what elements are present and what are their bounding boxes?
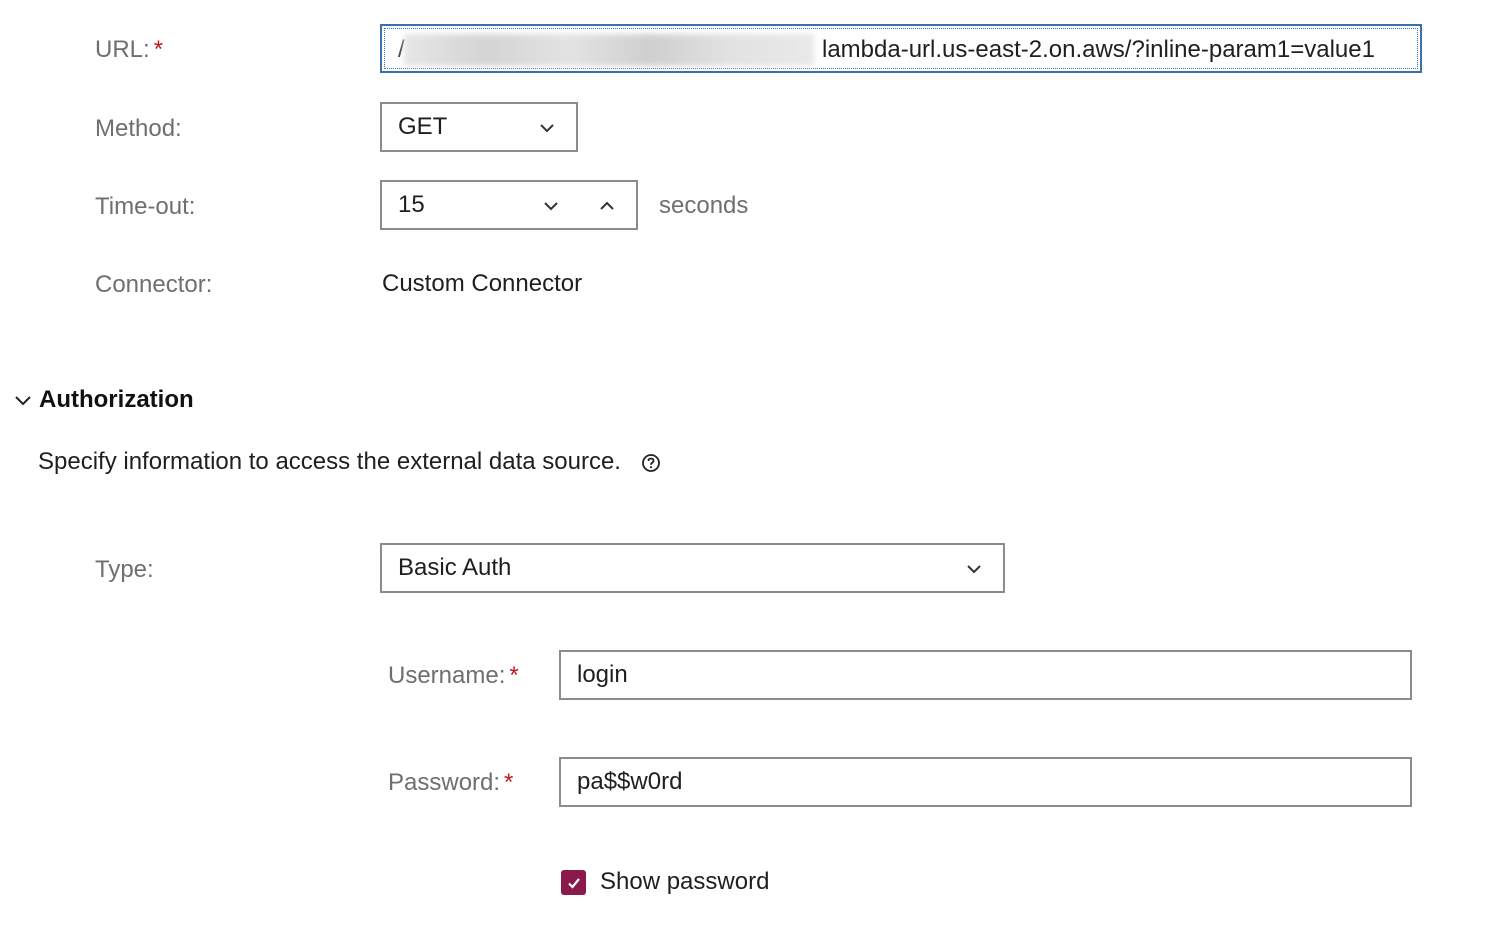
timeout-value: 15 xyxy=(398,191,425,218)
required-mark: * xyxy=(504,769,514,796)
url-label: URL: * xyxy=(95,36,164,63)
type-label: Type: xyxy=(95,556,154,583)
auth-type-value: Basic Auth xyxy=(398,554,512,581)
increment-chevron-up-icon[interactable] xyxy=(596,195,618,217)
show-password-checkbox[interactable] xyxy=(561,870,586,895)
username-label: Username: * xyxy=(388,662,519,689)
authorization-description-row: Specify information to access the extern… xyxy=(38,448,661,476)
required-mark: * xyxy=(153,36,164,63)
method-select[interactable]: GET xyxy=(380,102,578,152)
decrement-chevron-down-icon[interactable] xyxy=(540,195,562,217)
timeout-unit: seconds xyxy=(659,192,749,219)
help-icon[interactable] xyxy=(641,452,661,472)
password-value: pa$$w0rd xyxy=(577,768,683,795)
method-value: GET xyxy=(398,113,448,140)
authorization-description: Specify information to access the extern… xyxy=(38,448,621,475)
connector-label: Connector: xyxy=(95,271,213,298)
required-mark: * xyxy=(509,662,519,689)
username-value: login xyxy=(577,661,628,688)
connector-value: Custom Connector xyxy=(382,270,583,297)
chevron-down-icon xyxy=(963,558,985,580)
password-label: Password: * xyxy=(388,769,514,796)
chevron-down-icon xyxy=(536,117,558,139)
password-input[interactable]: pa$$w0rd xyxy=(559,757,1412,807)
method-label: Method: xyxy=(95,115,182,142)
timeout-spinner[interactable]: 15 xyxy=(380,180,638,230)
auth-type-select[interactable]: Basic Auth xyxy=(380,543,1005,593)
url-value: lambda-url.us-east-2.on.aws/?inline-para… xyxy=(822,36,1375,63)
chevron-down-icon xyxy=(13,390,33,410)
redacted-url-segment xyxy=(404,34,814,66)
authorization-section-toggle[interactable]: Authorization xyxy=(13,386,194,414)
show-password-label[interactable]: Show password xyxy=(600,868,769,896)
checkmark-icon xyxy=(567,877,580,889)
username-input[interactable]: login xyxy=(559,650,1412,700)
timeout-label: Time-out: xyxy=(95,193,196,220)
url-input[interactable]: / lambda-url.us-east-2.on.aws/?inline-pa… xyxy=(380,24,1422,73)
authorization-section-title: Authorization xyxy=(39,386,194,413)
